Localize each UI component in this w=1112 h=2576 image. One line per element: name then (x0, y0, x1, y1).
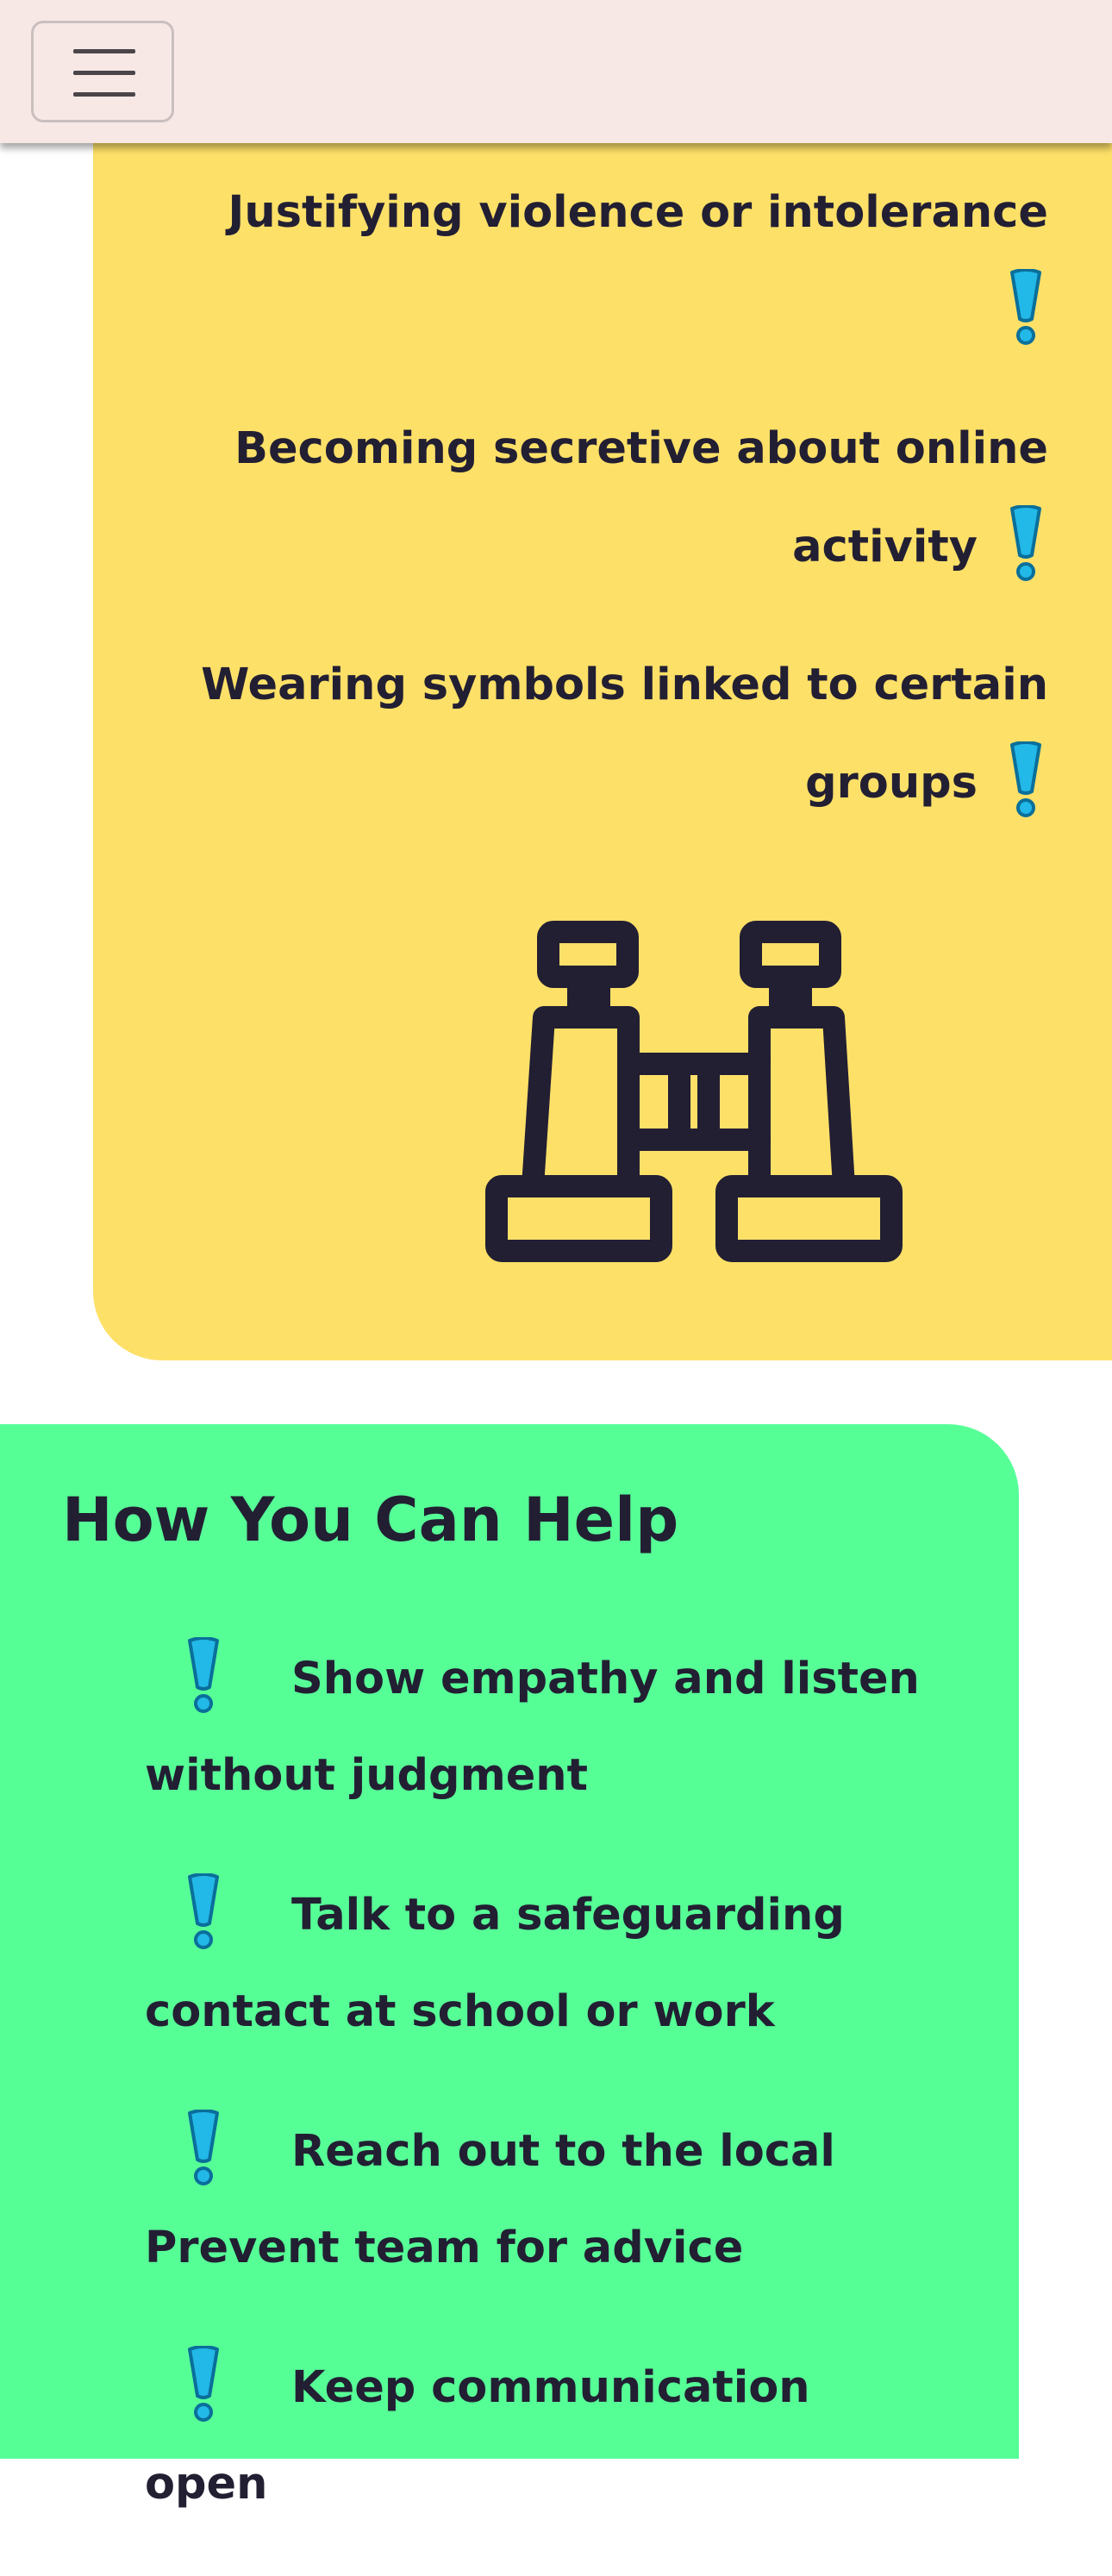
exclamation-icon (181, 1873, 226, 1951)
hamburger-menu-icon (73, 92, 135, 97)
list-item: Justifying violence or intolerance (186, 164, 1048, 360)
list-item: Reach out to the local Prevent team for … (145, 2104, 921, 2297)
list-item: Show empathy and listen without judgment (145, 1631, 921, 1824)
list-item: Becoming secretive about online activity (186, 400, 1048, 597)
list-item: Wearing symbols linked to certain groups (186, 636, 1048, 833)
help-item-text: Talk to a safeguarding contact at school… (145, 1890, 845, 2037)
warning-sign-text: Becoming secretive about online activity (234, 423, 1048, 572)
exclamation-icon (181, 2110, 226, 2187)
top-navigation-bar (0, 0, 1112, 143)
help-list: Show empathy and listen without judgment… (145, 1631, 921, 2576)
menu-toggle-button[interactable] (31, 21, 174, 122)
warning-sign-text: Wearing symbols linked to certain groups (201, 660, 1048, 809)
hamburger-menu-icon (73, 49, 135, 53)
warning-sign-text: Justifying violence or intolerance (228, 187, 1048, 238)
exclamation-icon (1003, 741, 1048, 819)
exclamation-icon (1003, 505, 1048, 583)
help-item-text: Keep communication open (145, 2362, 810, 2510)
warning-signs-list: Justifying violence or intolerance Becom… (186, 164, 1048, 872)
section-title: How You Can Help (62, 1485, 679, 1555)
exclamation-icon (1003, 269, 1048, 347)
help-item-text: Show empathy and listen without judgment (145, 1654, 920, 1801)
exclamation-icon (181, 1637, 226, 1715)
exclamation-icon (181, 2346, 226, 2423)
warning-signs-card: Justifying violence or intolerance Becom… (93, 0, 1112, 1360)
binoculars-icon (485, 921, 903, 1262)
list-item: Talk to a safeguarding contact at school… (145, 1867, 921, 2060)
list-item: Keep communication open (145, 2340, 921, 2533)
hamburger-menu-icon (73, 71, 135, 75)
help-item-text: Reach out to the local Prevent team for … (145, 2126, 835, 2273)
